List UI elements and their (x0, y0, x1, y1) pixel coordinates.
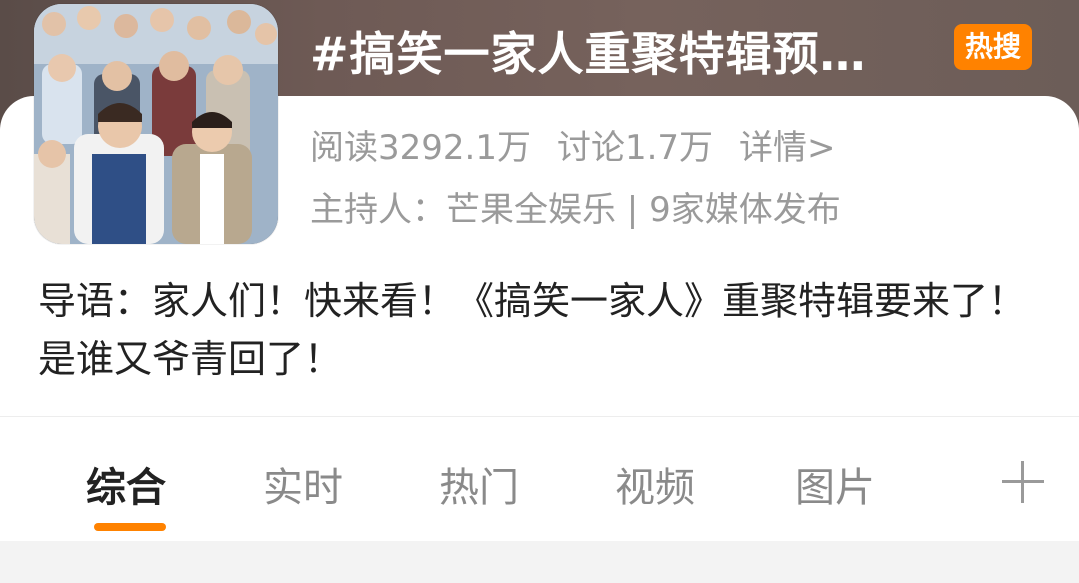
host-info[interactable]: 主持人：芒果全娱乐 | 9家媒体发布 (310, 182, 841, 231)
topic-stats: 阅读3292.1万 讨论1.7万 详情> (310, 120, 862, 169)
tab-images[interactable]: 图片 (795, 455, 875, 513)
hot-search-badge: 热搜 (954, 24, 1032, 70)
tab-comprehensive[interactable]: 综合 (86, 455, 166, 513)
cast-photo (34, 4, 278, 244)
topic-intro: 导语：家人们！快来看！《搞笑一家人》重聚特辑要来了！是谁又爷青回了！ (38, 279, 1027, 381)
tab-bar: 综合 实时 热门 视频 图片 (0, 417, 1079, 541)
discussion-count: 讨论1.7万 (556, 128, 714, 168)
tab-hot[interactable]: 热门 (439, 455, 519, 513)
tab-video[interactable]: 视频 (615, 455, 695, 513)
topic-title[interactable]: #搞笑一家人重聚特辑预… (310, 18, 940, 84)
topic-cover-image[interactable] (34, 4, 278, 244)
tab-realtime[interactable]: 实时 (263, 455, 343, 513)
details-link[interactable]: 详情> (739, 128, 836, 168)
section-gap (0, 541, 1079, 583)
plus-icon[interactable] (1002, 461, 1044, 503)
active-tab-indicator (94, 523, 166, 531)
read-count: 阅读3292.1万 (310, 128, 531, 168)
